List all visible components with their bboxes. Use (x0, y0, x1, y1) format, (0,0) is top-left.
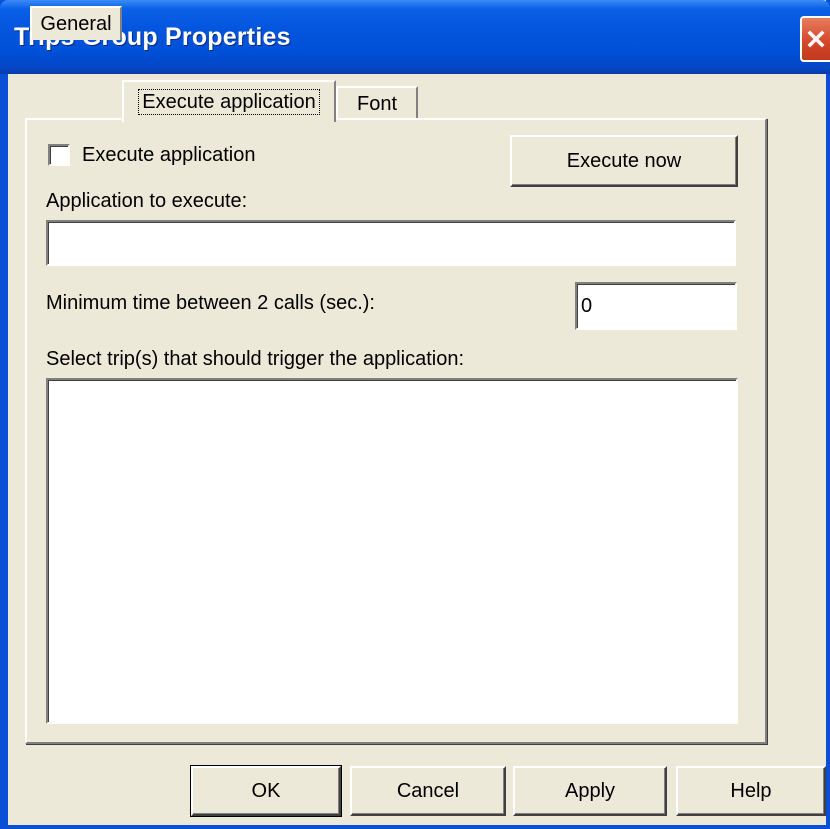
execute-application-checkbox[interactable] (48, 144, 70, 166)
ok-label: OK (251, 779, 281, 802)
tab-general-label: General (40, 12, 112, 35)
execute-application-checkbox-row[interactable]: Execute application (48, 140, 255, 170)
trips-listbox[interactable] (46, 378, 738, 724)
title-bar[interactable]: Trips Group Properties (0, 0, 830, 74)
close-button[interactable] (800, 16, 830, 62)
cancel-button[interactable]: Cancel (350, 766, 506, 816)
apply-label: Apply (564, 779, 616, 802)
close-icon (807, 30, 825, 48)
apply-button[interactable]: Apply (513, 766, 667, 816)
cancel-label: Cancel (396, 779, 460, 802)
tab-font[interactable]: Font (336, 86, 418, 120)
tab-execute-application[interactable]: Execute application (122, 80, 336, 122)
ok-button[interactable]: OK (190, 765, 342, 817)
execute-now-button[interactable]: Execute now (510, 135, 738, 187)
application-to-execute-input[interactable] (46, 220, 736, 266)
select-trips-label: Select trip(s) that should trigger the a… (46, 348, 464, 370)
help-label: Help (730, 779, 772, 802)
tab-general[interactable]: General (30, 6, 122, 40)
tab-font-label: Font (356, 92, 398, 115)
tab-execute-application-label: Execute application (138, 89, 320, 115)
application-to-execute-label: Application to execute: (46, 190, 248, 212)
minimum-time-label: Minimum time between 2 calls (sec.): (46, 292, 375, 314)
minimum-time-input[interactable] (575, 282, 737, 330)
execute-application-checkbox-label: Execute application (82, 143, 256, 166)
execute-now-label: Execute now (566, 149, 682, 172)
help-button[interactable]: Help (676, 766, 826, 816)
